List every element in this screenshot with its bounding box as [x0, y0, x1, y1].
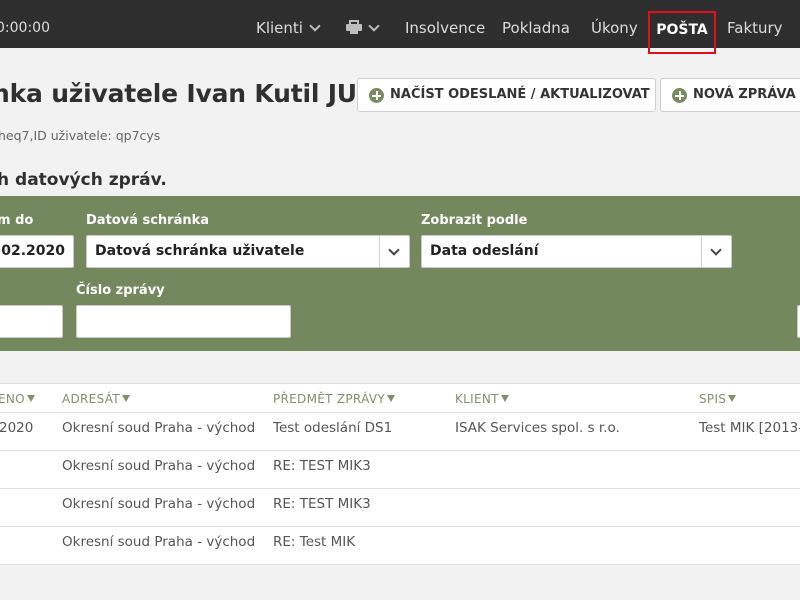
nav-item-insolvence[interactable]: Insolvence — [405, 0, 485, 48]
table-row[interactable]: Okresní soud Praha - východ RE: TEST MIK… — [0, 489, 800, 527]
sort-arrow-icon — [26, 395, 35, 402]
filter-panel: m do 02.2020 Datová schránka Datová schr… — [0, 196, 800, 351]
sort-by-label: Zobrazit podle — [421, 213, 528, 228]
nav-item-clients[interactable]: Klienti — [256, 0, 321, 48]
table-header: ENO ADRESÁT PŘEDMĚT ZPRÁVY KLIENT SPIS — [0, 383, 800, 413]
cell-subject: RE: Test MIK — [273, 534, 356, 550]
sort-by-select-value: Data odeslání — [430, 243, 539, 259]
load-sent-button-label: NAČÍST ODESLANÉ / AKTUALIZOVAT — [390, 87, 650, 102]
cell-client: ISAK Services spol. s r.o. — [455, 420, 620, 436]
cell-file: Test MIK [2013- — [699, 420, 800, 436]
cell-date: 2020 — [0, 420, 34, 436]
cell-recipient: Okresní soud Praha - východ — [62, 534, 256, 550]
nav-item-faktury[interactable]: Faktury — [727, 0, 783, 48]
page-title: nka uživatele Ivan Kutil JUDr. — [0, 79, 396, 108]
date-to-label: m do — [0, 213, 34, 228]
cell-subject: RE: TEST MIK3 — [273, 458, 371, 474]
mailbox-select-value: Datová schránka uživatele — [95, 243, 305, 259]
cell-subject: RE: TEST MIK3 — [273, 496, 371, 512]
nav-item-posta[interactable]: POŠTA — [648, 11, 716, 54]
mailbox-select[interactable]: Datová schránka uživatele — [86, 235, 410, 268]
chevron-down-icon — [388, 244, 400, 256]
message-number-label: Číslo zprávy — [76, 283, 165, 298]
column-subject-header[interactable]: PŘEDMĚT ZPRÁVY — [273, 384, 395, 414]
sort-arrow-icon — [121, 395, 130, 402]
messages-table: ENO ADRESÁT PŘEDMĚT ZPRÁVY KLIENT SPIS 2… — [0, 383, 800, 565]
new-message-button[interactable]: NOVÁ ZPRÁVA — [660, 78, 800, 112]
chevron-down-icon — [368, 20, 380, 32]
column-sent-header[interactable]: ENO — [0, 384, 35, 414]
column-file-header[interactable]: SPIS — [699, 384, 737, 414]
plus-circle-icon — [672, 88, 687, 103]
chevron-down-icon — [309, 20, 321, 32]
sort-arrow-icon — [386, 395, 395, 402]
mailbox-id-info: heq7,ID uživatele: qp7cys — [0, 128, 161, 143]
table-row[interactable]: Okresní soud Praha - východ RE: Test MIK — [0, 527, 800, 565]
nav-item-print[interactable] — [346, 0, 380, 48]
cell-recipient: Okresní soud Praha - východ — [62, 420, 256, 436]
printer-icon — [346, 20, 362, 34]
chevron-down-icon — [710, 244, 722, 256]
sort-arrow-icon — [500, 395, 509, 402]
date-to-input[interactable]: 02.2020 — [0, 235, 74, 268]
unnamed-filter-input[interactable] — [0, 305, 63, 338]
nav-item-ukony[interactable]: Úkony — [591, 0, 638, 48]
cell-recipient: Okresní soud Praha - východ — [62, 458, 256, 474]
plus-circle-icon — [369, 88, 384, 103]
cell-subject: Test odeslání DS1 — [273, 420, 393, 436]
nav-item-pokladna[interactable]: Pokladna — [502, 0, 570, 48]
table-row[interactable]: Okresní soud Praha - východ RE: TEST MIK… — [0, 451, 800, 489]
new-message-button-label: NOVÁ ZPRÁVA — [693, 87, 796, 102]
column-recipient-header[interactable]: ADRESÁT — [62, 384, 130, 414]
sort-arrow-icon — [728, 395, 737, 402]
column-client-header[interactable]: KLIENT — [455, 384, 509, 414]
mailbox-label: Datová schránka — [86, 213, 210, 228]
message-number-input[interactable] — [76, 305, 291, 338]
top-navigation-bar: 0:00:00 Klienti Insolvence Pokladna Úkon… — [0, 0, 800, 54]
cell-recipient: Okresní soud Praha - východ — [62, 496, 256, 512]
load-sent-button[interactable]: NAČÍST ODESLANÉ / AKTUALIZOVAT — [357, 78, 656, 112]
nav-item-clients-label: Klienti — [256, 19, 303, 37]
section-title: h datových zpráv. — [0, 170, 167, 190]
session-timer: 0:00:00 — [0, 20, 50, 36]
sort-by-select[interactable]: Data odeslání — [421, 235, 732, 268]
table-row[interactable]: 2020 Okresní soud Praha - východ Test od… — [0, 413, 800, 451]
